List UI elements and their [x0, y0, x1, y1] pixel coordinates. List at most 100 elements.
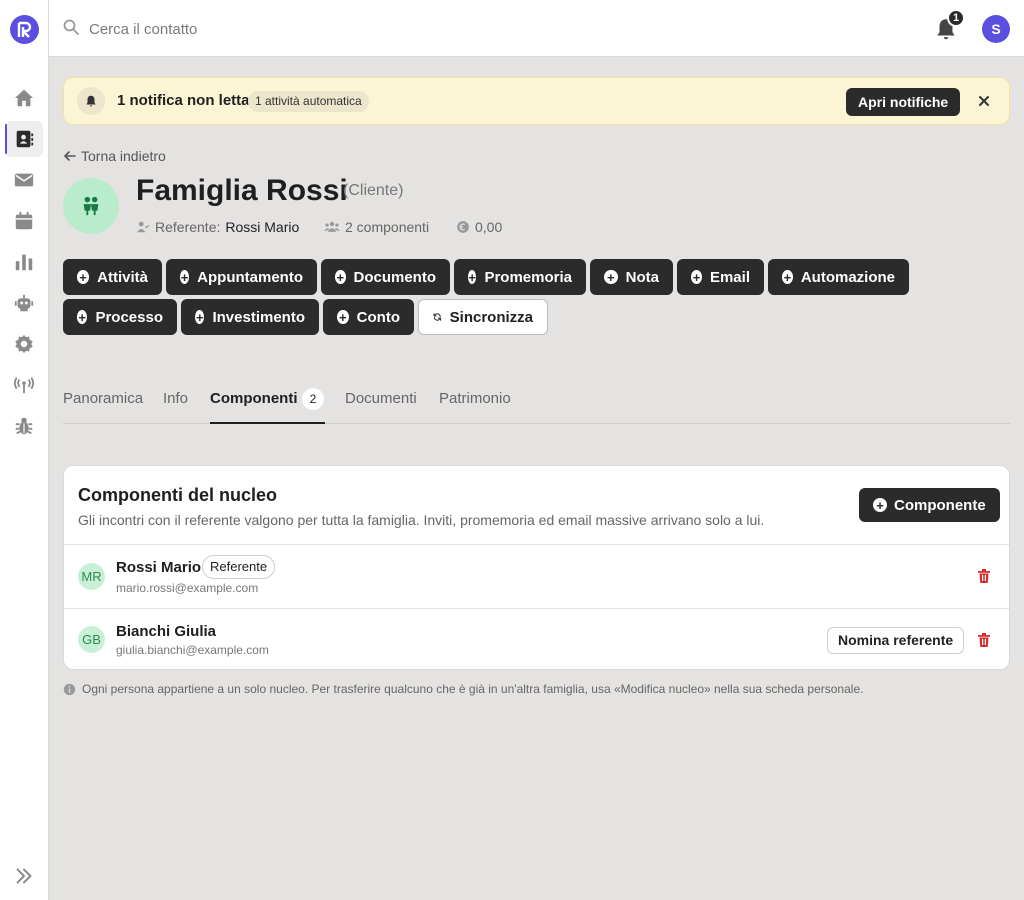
referent-name[interactable]: Rossi Mario [225, 219, 299, 235]
coin-icon [457, 221, 469, 233]
tab-assets[interactable]: Patrimonio [439, 390, 511, 407]
balance-value: 0,00 [475, 219, 503, 235]
user-check-icon [137, 221, 150, 233]
back-link[interactable]: Torna indietro [63, 148, 166, 164]
plus-circle-icon: + [873, 498, 887, 512]
divider [64, 608, 1009, 609]
member-name[interactable]: Rossi Mario [116, 559, 201, 576]
plus-circle-icon: + [180, 269, 190, 285]
add-automation-button[interactable]: + Automazione [768, 259, 909, 295]
sidebar-item-analytics[interactable] [5, 244, 43, 280]
components-meta: 2 componenti [324, 219, 429, 235]
mail-icon [14, 173, 34, 187]
antenna-icon [13, 377, 35, 394]
plus-circle-icon: + [337, 310, 349, 324]
plus-circle-icon: + [77, 270, 90, 284]
add-note-button[interactable]: + Nota [590, 259, 673, 295]
sidebar-item-calendar[interactable] [5, 203, 43, 239]
home-icon [14, 89, 34, 107]
add-investment-button[interactable]: + Investimento [181, 299, 319, 335]
family-avatar [63, 178, 119, 234]
add-activity-button[interactable]: + Attività [63, 259, 162, 295]
client-type-label: (Cliente) [343, 182, 404, 199]
add-component-button[interactable]: + Componente [859, 488, 1000, 522]
components-count: 2 componenti [345, 219, 430, 235]
divider [64, 544, 1009, 545]
add-process-button[interactable]: + Processo [63, 299, 177, 335]
member-avatar: GB [78, 626, 105, 653]
plus-circle-icon: + [604, 270, 618, 284]
remove-member-button[interactable] [976, 632, 992, 648]
sidebar-item-settings[interactable] [5, 326, 43, 362]
balance-meta: 0,00 [456, 219, 502, 235]
robot-icon [14, 294, 34, 312]
calendar-icon [15, 211, 33, 230]
sidebar-item-automations[interactable] [5, 285, 43, 321]
footnote-text: Ogni persona appartiene a un solo nucleo… [82, 682, 864, 696]
plus-circle-icon: + [782, 269, 793, 285]
search-input[interactable] [89, 16, 489, 42]
components-card: Componenti del nucleo Gli incontri con i… [63, 465, 1010, 670]
gear-icon [15, 334, 33, 354]
nominate-referent-button[interactable]: Nomina referente [827, 627, 965, 654]
page-title: Famiglia Rossi [136, 174, 348, 207]
referent-badge: Referente [202, 555, 276, 579]
info-icon [63, 683, 76, 695]
trash-icon [978, 633, 990, 647]
plus-circle-icon: + [335, 269, 346, 285]
sidebar [0, 0, 49, 900]
tabs-divider [63, 423, 1010, 424]
bell-icon [77, 87, 105, 115]
plus-circle-icon: + [691, 269, 702, 285]
user-avatar[interactable]: S [982, 15, 1010, 43]
arrow-left-icon [64, 151, 76, 161]
app-logo[interactable] [10, 15, 39, 44]
family-icon [83, 196, 99, 216]
member-name[interactable]: Bianchi Giulia [116, 623, 216, 640]
add-email-button[interactable]: + Email [677, 259, 764, 295]
add-document-button[interactable]: + Documento [321, 259, 450, 295]
back-label: Torna indietro [81, 148, 166, 164]
footnote: Ogni persona appartiene a un solo nucleo… [63, 682, 863, 696]
tab-overview[interactable]: Panoramica [63, 390, 143, 407]
sync-icon [433, 313, 442, 321]
topbar: 1 S [49, 0, 1024, 57]
banner-chip: 1 attività automatica [248, 91, 369, 112]
remove-member-button[interactable] [976, 568, 992, 584]
tab-components[interactable]: Componenti [210, 390, 298, 407]
sidebar-item-contacts[interactable] [5, 121, 43, 157]
banner-title: 1 notifica non letta [117, 92, 250, 109]
double-chevron-right-icon [16, 868, 32, 884]
card-title: Componenti del nucleo [78, 485, 278, 505]
search-icon [63, 19, 79, 35]
add-account-button[interactable]: + Conto [323, 299, 414, 335]
add-reminder-button[interactable]: + Promemoria [454, 259, 586, 295]
sidebar-item-mail[interactable] [5, 162, 43, 198]
active-tab-indicator [210, 422, 325, 424]
notification-count-badge: 1 [947, 9, 965, 27]
plus-circle-icon: + [195, 309, 205, 325]
plus-circle-icon: + [468, 269, 477, 285]
tab-info[interactable]: Info [163, 390, 188, 407]
member-email: mario.rossi@example.com [116, 581, 259, 595]
referent-label: Referente: [155, 219, 221, 235]
notification-banner: 1 notifica non letta 1 attività automati… [63, 77, 1010, 125]
close-icon [979, 96, 989, 106]
plus-circle-icon: + [77, 309, 88, 325]
sidebar-item-home[interactable] [5, 80, 43, 116]
tab-documents[interactable]: Documenti [345, 390, 417, 407]
sidebar-item-debug[interactable] [5, 408, 43, 444]
sidebar-item-integrations[interactable] [5, 367, 43, 403]
add-component-label: Componente [894, 496, 986, 514]
open-notifications-button[interactable]: Apri notifiche [846, 88, 961, 116]
logo-icon [17, 21, 31, 38]
close-banner-button[interactable] [976, 93, 992, 109]
referent-meta: Referente: Rossi Mario [136, 219, 299, 235]
contacts-icon [16, 130, 34, 148]
member-email: giulia.bianchi@example.com [116, 643, 269, 657]
card-description: Gli incontri con il referente valgono pe… [78, 512, 765, 528]
add-appointment-button[interactable]: + Appuntamento [166, 259, 317, 295]
users-icon [324, 221, 340, 232]
sidebar-expand-button[interactable] [5, 858, 43, 894]
sync-button[interactable]: Sincronizza [418, 299, 548, 335]
